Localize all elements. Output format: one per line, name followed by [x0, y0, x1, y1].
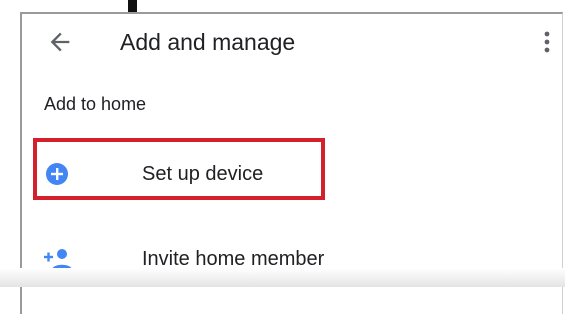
- section-header-add-to-home: Add to home: [44, 94, 147, 114]
- bottom-shadow: [0, 268, 565, 287]
- arrow-left-icon: [50, 32, 70, 52]
- app-bar: Add and manage: [22, 14, 562, 70]
- back-button[interactable]: [46, 28, 74, 56]
- more-vert-icon: [544, 31, 550, 53]
- add-circle-icon: [44, 161, 70, 187]
- more-options-button[interactable]: [532, 26, 562, 58]
- page-title: Add and manage: [120, 29, 296, 55]
- set-up-device-item[interactable]: Set up device: [22, 146, 562, 202]
- set-up-device-label: Set up device: [142, 163, 264, 185]
